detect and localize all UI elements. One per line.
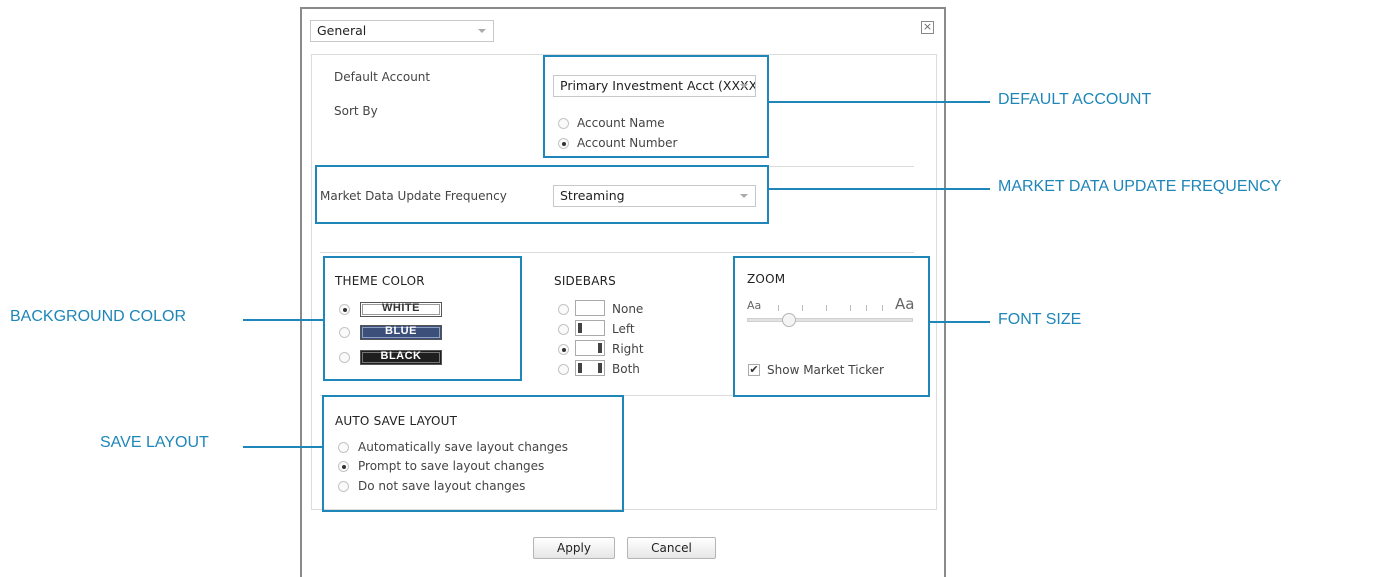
default-account-label: Default Account [334, 70, 431, 84]
close-icon[interactable]: × [921, 21, 934, 34]
default-account-highlight [543, 55, 769, 158]
cancel-button[interactable]: Cancel [627, 537, 716, 559]
sidebar-none-radio[interactable] [558, 304, 569, 315]
sidebar-both-label: Both [612, 362, 640, 376]
background-color-callout: BACKGROUND COLOR [10, 308, 187, 325]
apply-button[interactable]: Apply [533, 537, 615, 559]
sort-by-label: Sort By [334, 104, 378, 118]
sidebar-both-icon[interactable] [575, 360, 605, 376]
sidebar-bar [598, 343, 602, 353]
sidebar-bar [598, 363, 602, 373]
auto-save-highlight [322, 395, 624, 512]
save-layout-callout: SAVE LAYOUT [100, 434, 209, 451]
sidebar-right-radio[interactable] [558, 344, 569, 355]
sidebar-right-label: Right [612, 342, 644, 356]
theme-color-highlight [323, 256, 522, 381]
sidebar-bar [578, 363, 582, 373]
default-account-callout: DEFAULT ACCOUNT [998, 91, 1152, 108]
section-divider [320, 252, 914, 253]
sidebar-left-radio[interactable] [558, 324, 569, 335]
sidebar-left-label: Left [612, 322, 635, 336]
default-account-callout-line [769, 101, 990, 103]
category-select[interactable]: General [310, 20, 494, 42]
sidebar-left-icon[interactable] [575, 320, 605, 336]
category-select-value: General [317, 23, 367, 38]
sidebar-bar [578, 323, 582, 333]
market-data-highlight [315, 165, 769, 224]
save-layout-callout-line [243, 446, 322, 448]
font-size-callout: FONT SIZE [998, 311, 1082, 328]
sidebar-both-radio[interactable] [558, 364, 569, 375]
background-color-callout-line [243, 319, 323, 321]
sidebars-header: SIDEBARS [554, 274, 616, 288]
chevron-down-icon [478, 29, 486, 33]
market-data-callout-line [769, 188, 990, 190]
market-data-callout: MARKET DATA UPDATE FREQUENCY [998, 178, 1282, 195]
font-size-callout-line [930, 321, 990, 323]
sidebar-right-icon[interactable] [575, 340, 605, 356]
zoom-highlight [733, 256, 930, 397]
sidebar-none-icon[interactable] [575, 300, 605, 316]
sidebar-none-label: None [612, 302, 644, 316]
